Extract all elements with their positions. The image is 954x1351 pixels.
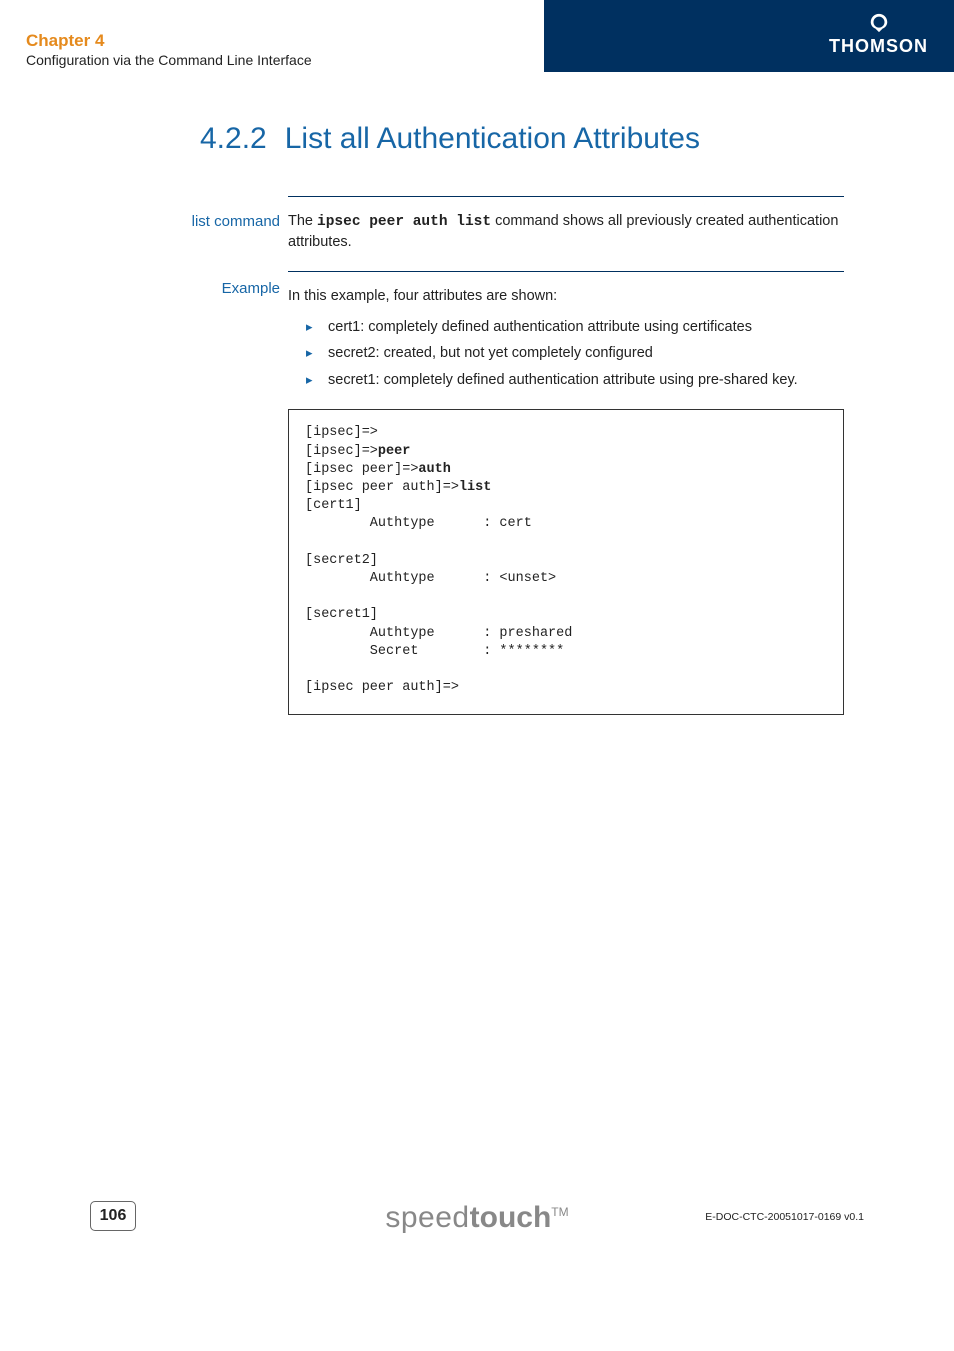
example-bullets: cert1: completely defined authentication… (288, 316, 844, 391)
chapter-title: Chapter 4 (26, 30, 312, 52)
doc-id: E-DOC-CTC-20051017-0169 v0.1 (705, 1211, 864, 1223)
logo-tm: TM (551, 1205, 568, 1219)
logo-bold: touch (470, 1201, 552, 1234)
rule-mid (288, 271, 844, 272)
logo-light: speed (385, 1201, 469, 1234)
code-box: [ipsec]=> [ipsec]=>peer [ipsec peer]=>au… (288, 409, 844, 714)
inline-code: ipsec peer auth list (317, 214, 491, 230)
thomson-icon (868, 12, 890, 34)
label-list-command: list command (150, 213, 280, 230)
section-number: 4.2.2 (200, 122, 267, 155)
section-heading: List all Authentication Attributes (285, 122, 700, 155)
example-intro: In this example, four attributes are sho… (288, 286, 844, 306)
list-command-paragraph: The ipsec peer auth list command shows a… (288, 211, 844, 253)
list-item: cert1: completely defined authentication… (288, 316, 844, 338)
rule-top (288, 196, 844, 197)
list-item: secret1: completely defined authenticati… (288, 369, 844, 391)
content-area: The ipsec peer auth list command shows a… (288, 196, 844, 715)
chapter-subtitle: Configuration via the Command Line Inter… (26, 52, 312, 68)
chapter-block: Chapter 4 Configuration via the Command … (26, 30, 312, 68)
header-bar: THOMSON (544, 0, 954, 72)
list-item: secret2: created, but not yet completely… (288, 342, 844, 364)
text-pre: The (288, 213, 317, 229)
label-example: Example (150, 280, 280, 297)
brand-logo: THOMSON (829, 12, 928, 57)
section-title: 4.2.2 List all Authentication Attributes (200, 122, 700, 156)
brand-name: THOMSON (829, 36, 928, 57)
